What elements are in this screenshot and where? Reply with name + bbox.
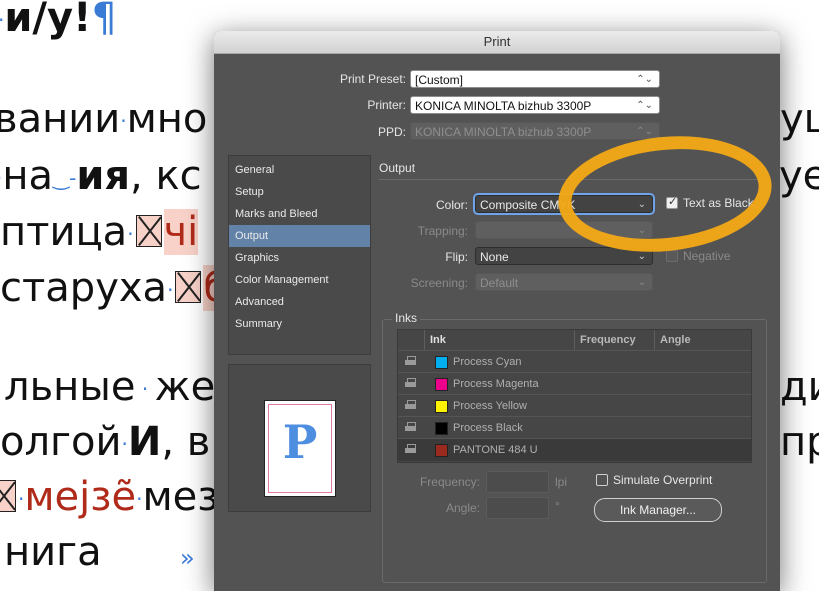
doc-line-5: старуха·б — [0, 265, 229, 312]
ink-row[interactable]: PANTONE 484 U — [398, 438, 751, 461]
color-value: Composite CMYK — [480, 198, 576, 212]
frequency-unit: lpi — [555, 475, 568, 489]
sidebar-item-advanced[interactable]: Advanced — [229, 291, 370, 313]
print-preset-label: Print Preset: — [339, 72, 406, 86]
dialog-title: Print — [214, 31, 780, 54]
flip-label: Flip: — [445, 250, 468, 264]
flip-select[interactable]: None ⌄ — [475, 247, 653, 265]
ppd-label: PPD: — [377, 125, 406, 139]
ink-name: Process Magenta — [453, 378, 539, 390]
ink-row[interactable]: Process Magenta — [398, 372, 751, 395]
text-as-black-checkbox[interactable] — [666, 195, 678, 209]
sidebar-item-general[interactable]: General — [229, 159, 370, 181]
trapping-select: ⌄ — [475, 221, 653, 239]
simulate-overprint-label: Simulate Overprint — [613, 473, 713, 487]
ink-swatch — [435, 378, 448, 391]
chevron-down-icon: ⌄ — [637, 199, 646, 210]
printer-icon[interactable] — [405, 356, 417, 367]
ink-row[interactable]: Process Black — [398, 416, 751, 439]
frequency-column-header[interactable]: Frequency — [580, 330, 636, 350]
ink-column-header[interactable]: Ink — [430, 330, 446, 350]
ink-swatch — [435, 422, 448, 435]
ink-manager-button[interactable]: Ink Manager... — [594, 498, 722, 522]
sidebar-item-summary[interactable]: Summary — [229, 313, 370, 335]
output-section-title: Output — [379, 161, 416, 175]
printer-select[interactable]: KONICA MINOLTA bizhub 3300P ⌃⌄ — [410, 96, 660, 114]
preview-letter: P — [282, 415, 318, 469]
section-divider — [379, 179, 765, 180]
preview-margin-guide: P — [268, 404, 332, 493]
printer-value: KONICA MINOLTA bizhub 3300P — [415, 99, 592, 113]
ink-name: PANTONE 484 U — [453, 444, 538, 456]
ppd-select: KONICA MINOLTA bizhub 3300P ⌃⌄ — [410, 122, 660, 140]
doc-line-4: птица· чі — [0, 209, 199, 255]
angle-field — [486, 497, 549, 519]
ink-swatch — [435, 356, 448, 369]
ink-name: Process Yellow — [453, 400, 527, 412]
doc-line-8: ·мејзе̃·мезе — [0, 475, 243, 521]
text-as-black-label: Text as Black — [683, 196, 754, 210]
ink-name: Process Cyan — [453, 356, 522, 368]
printer-icon[interactable] — [405, 422, 417, 433]
doc-line-3: ·на‿-ия, кс — [0, 153, 202, 199]
doc-line-2: вании·мно — [0, 96, 208, 142]
print-preset-select[interactable]: [Custom] ⌃⌄ — [410, 70, 660, 88]
print-preset-value: [Custom] — [415, 73, 464, 87]
preview-page: P — [264, 400, 336, 497]
printer-icon[interactable] — [405, 444, 417, 455]
missing-glyph-box — [135, 215, 162, 247]
simulate-overprint-checkbox[interactable] — [596, 474, 608, 486]
doc-line-3-right: ует — [779, 153, 819, 199]
missing-glyph-box — [0, 480, 16, 512]
doc-line-2-right: ущ — [780, 96, 819, 142]
printer-label: Printer: — [367, 98, 406, 112]
frequency-field — [486, 471, 549, 493]
doc-line-7-right: пр — [780, 419, 819, 465]
doc-line-9: нига — [4, 529, 102, 575]
ink-row[interactable]: Process Yellow — [398, 394, 751, 417]
screening-label: Screening: — [410, 276, 468, 290]
flip-value: None — [480, 250, 509, 264]
printer-icon[interactable] — [405, 378, 417, 389]
color-select[interactable]: Composite CMYK ⌄ — [473, 193, 655, 215]
doc-line-1: ·и/у!¶ — [0, 0, 117, 41]
ink-swatch — [435, 400, 448, 413]
angle-unit: ° — [555, 499, 560, 513]
inks-table: Ink Frequency Angle Process Cyan Process … — [397, 329, 752, 463]
ink-row[interactable]: Process Cyan — [398, 350, 751, 373]
chevron-updown-icon: ⌃⌄ — [636, 74, 653, 85]
doc-line-6-right: дис — [780, 364, 819, 410]
angle-label: Angle: — [445, 501, 480, 515]
guillemet-marker: » — [180, 544, 195, 572]
missing-glyph-box — [175, 271, 202, 303]
printer-icon[interactable] — [405, 400, 417, 411]
doc-line-7: олгой·И, в — [0, 419, 211, 465]
ink-swatch — [435, 444, 448, 457]
chevron-down-icon: ⌄ — [637, 251, 646, 262]
frequency-label: Frequency: — [419, 475, 480, 489]
ppd-value: KONICA MINOLTA bizhub 3300P — [415, 125, 592, 139]
chevron-updown-icon: ⌃⌄ — [636, 126, 653, 137]
doc-line-6: льные · жен — [4, 364, 242, 410]
screening-select: Default ⌄ — [475, 273, 653, 291]
print-dialog: Print Print Preset: [Custom] ⌃⌄ Printer:… — [214, 31, 780, 591]
screening-value: Default — [480, 276, 519, 290]
chevron-down-icon: ⌄ — [637, 277, 646, 288]
chevron-down-icon: ⌄ — [637, 225, 646, 236]
angle-column-header[interactable]: Angle — [660, 330, 691, 350]
negative-label: Negative — [683, 249, 731, 263]
negative-checkbox — [666, 250, 678, 262]
ink-name: Process Black — [453, 422, 523, 434]
inks-section-title: Inks — [392, 311, 421, 325]
trapping-label: Trapping: — [417, 224, 468, 238]
chevron-updown-icon: ⌃⌄ — [636, 100, 653, 111]
color-label: Color: — [435, 198, 468, 212]
page-preview: P — [228, 364, 371, 512]
